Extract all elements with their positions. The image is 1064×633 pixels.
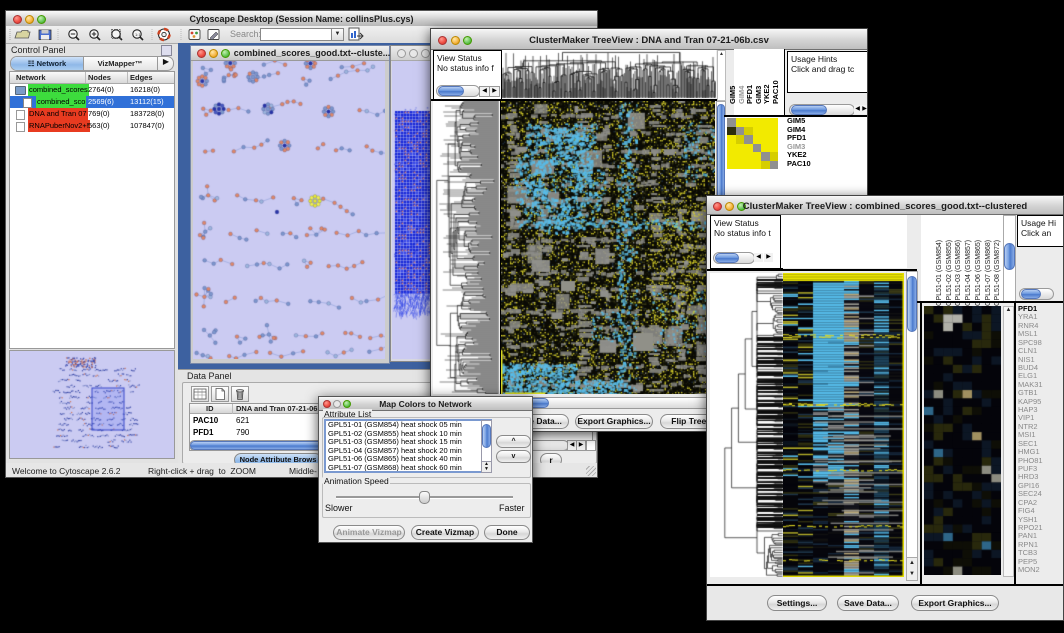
svg-text:1:1: 1:1 (135, 32, 141, 37)
